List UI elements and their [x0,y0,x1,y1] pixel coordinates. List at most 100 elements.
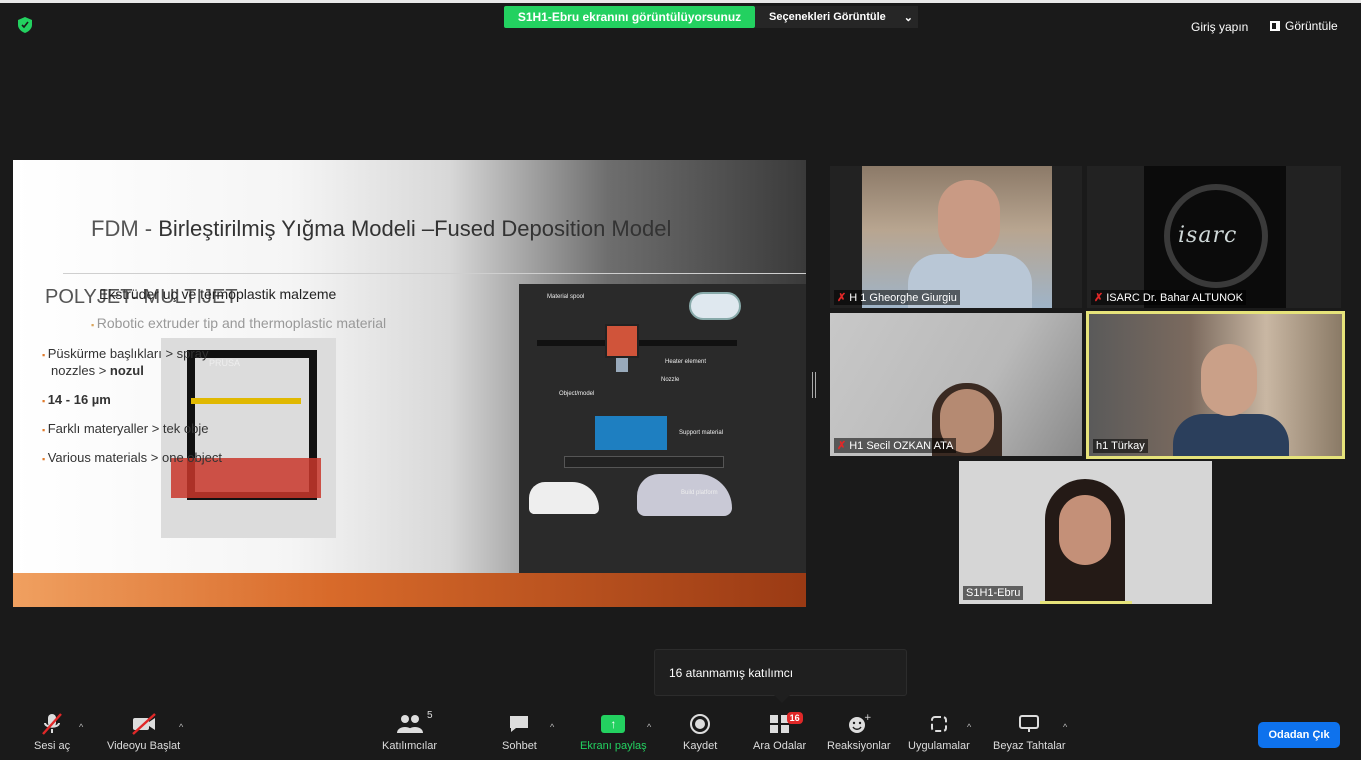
speaking-indicator [1040,601,1132,604]
participant-name: H1 Secil OZKAN ATA [849,439,954,452]
participant-name: ISARC Dr. Bahar ALTUNOK [1106,291,1243,304]
shared-screen[interactable]: FDM - Birleştirilmiş Yığma Modeli –Fused… [13,160,806,607]
view-button[interactable]: Görüntüle [1270,19,1338,33]
record-label: Kaydet [683,740,718,752]
slide-bullet-various: Various materials > one object [42,450,222,465]
chevron-up-icon[interactable]: ^ [179,722,183,732]
share-screen-label: Ekranı paylaş [580,740,647,752]
slide-divider [63,273,806,274]
video-tile-active-speaker[interactable]: h1 Türkay [1086,311,1345,459]
unmute-button[interactable]: Sesi aç [34,712,70,752]
label-heater: Heater element [665,359,707,365]
video-tile[interactable]: S1H1-Ebru [959,461,1212,604]
apps-label: Uygulamalar [908,740,970,752]
participant-name-tag: ✗ H 1 Gheorghe Giurgiu [834,290,960,305]
participant-body [1173,414,1289,456]
shoe-white [529,482,599,514]
participant-face [1201,344,1257,416]
breakout-badge: 16 [786,712,803,724]
slide-bullet-nozzles: nozzles > nozul [51,363,144,378]
layout-icon [1270,21,1280,31]
slide-footer [13,573,806,607]
label-material-spool: Material spool [547,294,585,300]
slide-bullet-micron: 14 - 16 µm [42,392,111,407]
printer-rod [191,398,301,404]
label-platform: Build platform [681,490,718,496]
slide-title: FDM - Birleştirilmiş Yığma Modeli –Fused… [91,216,671,242]
participant-name-tag: h1 Türkay [1093,439,1148,453]
participant-name: H 1 Gheorghe Giurgiu [849,291,957,304]
slide-bullet-farkli: Farklı materyaller > tek obje [42,421,209,436]
participant-face [938,180,1000,258]
breakout-tooltip: 16 atanmamış katılımcı [654,649,907,703]
mic-muted-icon: ✗ [1094,292,1104,304]
object-model [595,416,667,450]
record-button[interactable]: Kaydet [683,712,717,752]
splitter-handle[interactable] [812,372,816,398]
chevron-up-icon[interactable]: ^ [967,722,971,732]
heater-head [605,324,639,358]
reactions-button[interactable]: + Reaksiyonlar [827,712,891,752]
participants-count: 5 [426,710,433,721]
leave-button[interactable]: Odadan Çık [1258,722,1340,748]
participants-button[interactable]: 5 Katılımcılar [382,710,437,752]
chat-button[interactable]: Sohbet [502,712,537,752]
participant-face [1059,495,1111,565]
meeting-toolbar: Sesi aç ^ Videoyu Başlat ^ 5 Katılımcıla… [0,706,1361,760]
video-tile[interactable]: ✗ H1 Secil OZKAN ATA [830,313,1082,456]
slide-bullet-robotic: Robotic extruder tip and thermoplastic m… [91,315,386,331]
breakout-rooms-button[interactable]: 16 Ara Odalar [753,712,806,752]
slide-bullet-extruder: Ekstrüder uç ve termoplastik malzeme [99,286,337,302]
start-video-label: Videoyu Başlat [107,740,181,752]
logo-word: isarc [1178,223,1238,248]
whiteboard-button[interactable]: Beyaz Tahtalar [993,712,1066,752]
slide-title-prefix: FDM - [91,216,159,241]
view-options-button[interactable]: Seçenekleri Görüntüle ⌄ [755,6,918,28]
participant-name-tag: ✗ ISARC Dr. Bahar ALTUNOK [1091,290,1246,305]
isarc-logo: isarc [1144,166,1286,308]
signin-link[interactable]: Giriş yapın [1191,20,1248,34]
slide-title-main: Birleştirilmiş Yığma Modeli –Fused Depos… [158,216,672,241]
participant-name: S1H1-Ebru [966,587,1021,599]
chat-icon [510,716,529,732]
whiteboard-label: Beyaz Tahtalar [993,740,1066,752]
breakout-rooms-label: Ara Odalar [753,740,807,752]
share-screen-button[interactable]: ↑ Ekranı paylaş [580,712,647,752]
chevron-up-icon[interactable]: ^ [550,722,554,732]
printer-brand: PRUSA [209,358,241,368]
share-screen-icon: ↑ [601,715,626,733]
nozzle [616,358,628,372]
mic-muted-icon: ✗ [837,440,847,452]
svg-text:+: + [864,713,871,723]
mic-off-icon [42,713,62,735]
view-options-label: Seçenekleri Görüntüle [769,11,886,23]
label-support: Support material [679,430,724,436]
video-tile[interactable]: isarc ✗ ISARC Dr. Bahar ALTUNOK [1087,166,1341,308]
participant-name: h1 Türkay [1096,440,1145,452]
apps-button[interactable]: Uygulamalar [908,712,970,752]
whiteboard-icon [1019,715,1040,732]
video-tile[interactable]: ✗ H 1 Gheorghe Giurgiu [830,166,1082,308]
nozzles-text: nozzles > [51,363,110,378]
apps-icon [930,716,947,732]
start-video-button[interactable]: Videoyu Başlat [107,712,180,752]
fdm-diagram: Material spool Heater element Nozzle Obj… [519,284,806,574]
chevron-up-icon[interactable]: ^ [1063,722,1067,732]
record-icon [690,714,711,734]
top-border [0,0,1361,3]
label-nozzle: Nozzle [661,377,680,383]
unmute-label: Sesi aç [34,740,71,752]
label-object: Object/model [559,391,595,397]
printer-image: PRUSA [161,338,336,538]
shield-icon[interactable] [18,17,32,33]
chevron-down-icon: ⌄ [903,11,913,24]
participant-name-tag: ✗ H1 Secil OZKAN ATA [834,438,957,453]
chat-label: Sohbet [502,740,537,752]
nozul-bold: nozul [109,363,144,378]
mic-muted-icon: ✗ [837,292,847,304]
chevron-up-icon[interactable]: ^ [647,722,651,732]
video-off-icon [131,713,156,735]
slide-bullet-spray: Püskürme başlıkları > spray [42,346,209,361]
chevron-up-icon[interactable]: ^ [79,722,83,732]
participants-icon [396,715,423,733]
